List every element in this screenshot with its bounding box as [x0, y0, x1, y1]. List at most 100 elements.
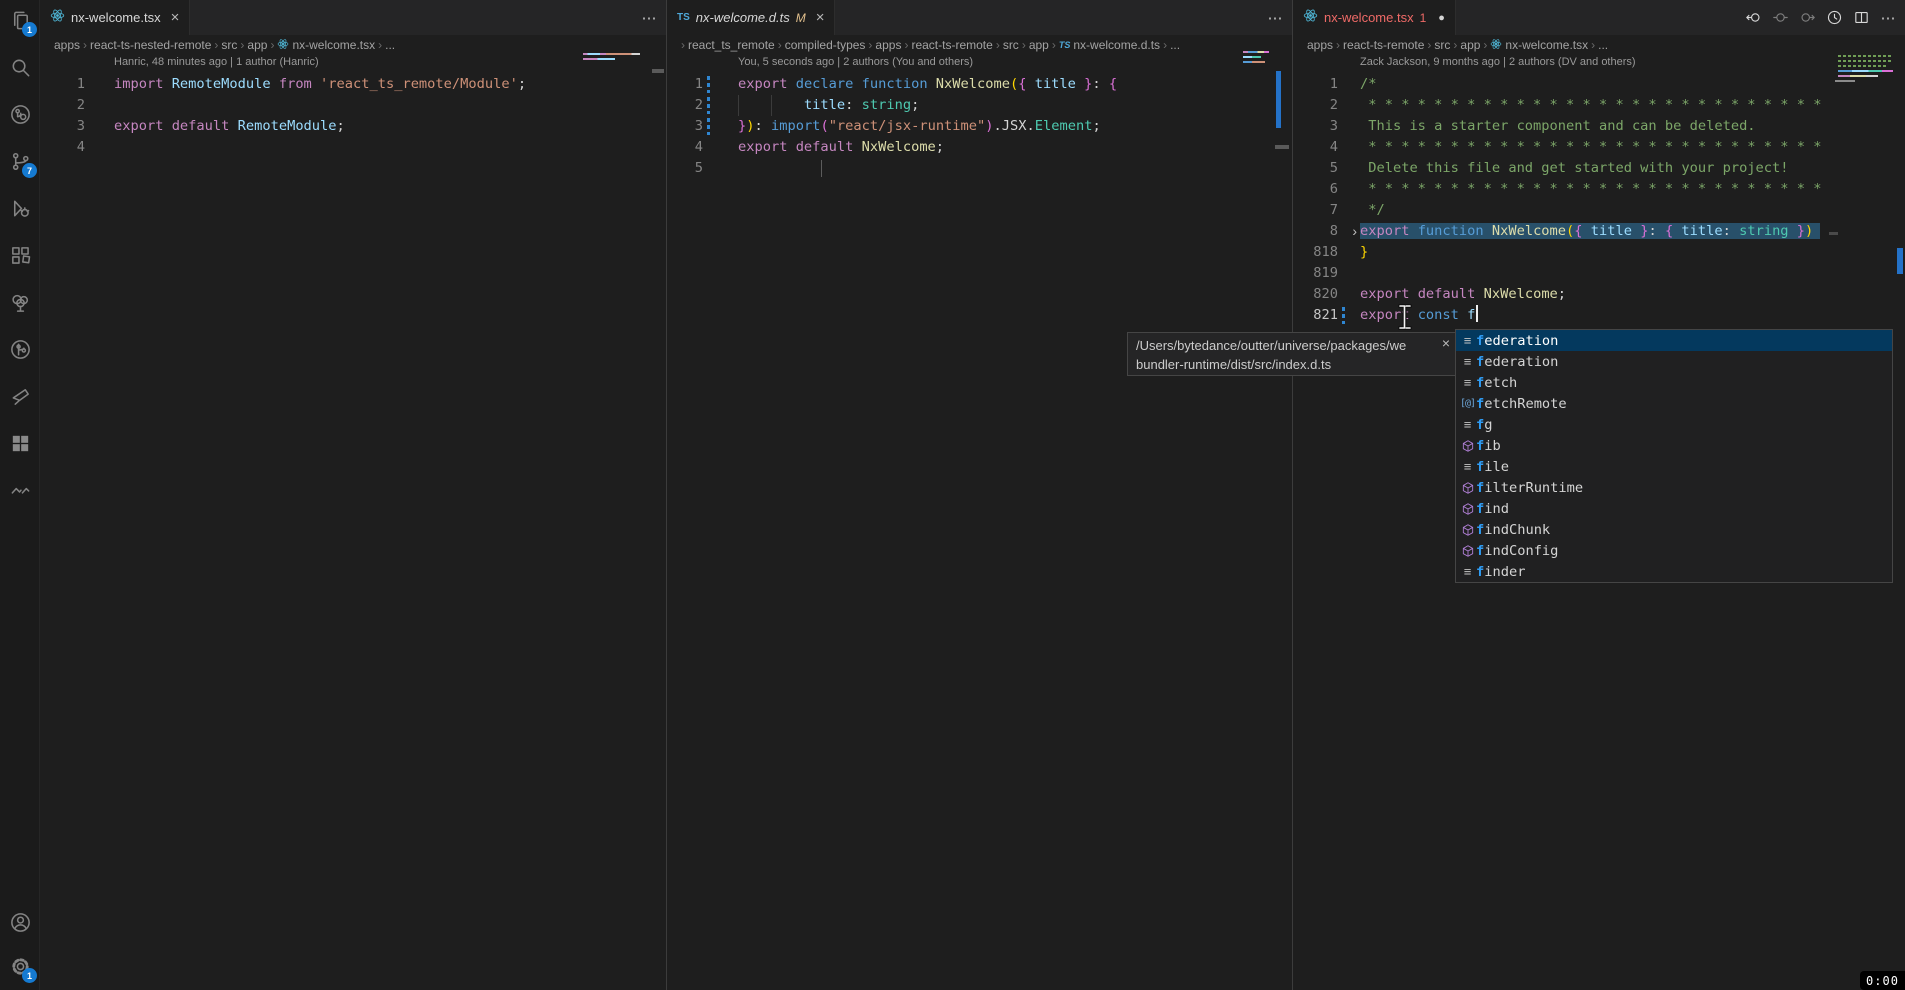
- code-line[interactable]: 8›export function NxWelcome({ title }: {…: [1293, 221, 1905, 242]
- breadcrumb-item[interactable]: compiled-types: [785, 38, 866, 52]
- code-line[interactable]: 4export default NxWelcome;: [667, 137, 1292, 158]
- breadcrumb-item[interactable]: apps: [875, 38, 901, 52]
- code-line[interactable]: 821export const f: [1293, 305, 1905, 326]
- code-line[interactable]: 3 This is a starter component and can be…: [1293, 116, 1905, 137]
- activity-item-grid[interactable]: [0, 423, 40, 463]
- activity-item-tree[interactable]: [0, 282, 40, 322]
- suggest-label: find: [1476, 501, 1509, 517]
- file-history-button[interactable]: [1825, 9, 1843, 27]
- previous-change-button[interactable]: [1744, 9, 1762, 27]
- minimap-marks: [1838, 60, 1893, 62]
- activity-item-account[interactable]: [0, 902, 40, 942]
- breadcrumb-item[interactable]: react_ts_remote: [688, 38, 775, 52]
- breadcrumb-item[interactable]: react-ts-nested-remote: [90, 38, 211, 52]
- suggest-item-find[interactable]: find: [1456, 498, 1892, 519]
- code-line[interactable]: 820export default NxWelcome;: [1293, 284, 1905, 305]
- fold-chevron-icon[interactable]: ›: [1352, 221, 1357, 242]
- close-icon[interactable]: ×: [1442, 334, 1450, 353]
- minimap-slider[interactable]: [652, 69, 664, 73]
- more-actions-button[interactable]: ⋯: [1266, 9, 1284, 27]
- breadcrumb-item[interactable]: ...: [1598, 38, 1608, 52]
- code-line[interactable]: 2 title: string;: [667, 95, 1292, 116]
- code-line[interactable]: 5: [667, 158, 1292, 179]
- breadcrumb-separator: ›: [681, 38, 685, 52]
- tab-nx-welcome-dts[interactable]: TS nx-welcome.d.ts M ×: [667, 0, 835, 35]
- activity-item-search[interactable]: [0, 47, 40, 87]
- code-line[interactable]: 2: [40, 95, 666, 116]
- activity-item-run-debug[interactable]: [0, 188, 40, 228]
- code-editor[interactable]: 1export declare function NxWelcome({ tit…: [667, 74, 1292, 179]
- line-number: 2: [1293, 95, 1338, 116]
- suggest-item-fetch[interactable]: ≡fetch: [1456, 372, 1892, 393]
- code-line[interactable]: 3export default RemoteModule;: [40, 116, 666, 137]
- code-line[interactable]: 4: [40, 137, 666, 158]
- code-line[interactable]: 2 * * * * * * * * * * * * * * * * * * * …: [1293, 95, 1905, 116]
- suggest-item-federation[interactable]: ≡federation: [1456, 330, 1892, 351]
- code-editor[interactable]: 1import RemoteModule from 'react_ts_remo…: [40, 74, 666, 158]
- codelens-blame[interactable]: Hanric, 48 minutes ago | 1 author (Hanri…: [114, 56, 319, 68]
- breadcrumb-item[interactable]: nx-welcome.tsx: [1490, 38, 1588, 53]
- breadcrumb-item[interactable]: src: [1434, 38, 1450, 52]
- activity-item-remote[interactable]: [0, 94, 40, 134]
- code-line[interactable]: 6 * * * * * * * * * * * * * * * * * * * …: [1293, 179, 1905, 200]
- breadcrumb-item[interactable]: TSnx-welcome.d.ts: [1059, 38, 1160, 52]
- breadcrumb-item[interactable]: react-ts-remote: [1343, 38, 1424, 52]
- module-kind-icon: [1459, 481, 1476, 495]
- suggest-item-fetchRemote[interactable]: [@]fetchRemote: [1456, 393, 1892, 414]
- activity-item-kite[interactable]: [0, 376, 40, 416]
- code-line[interactable]: 1/*: [1293, 74, 1905, 95]
- suggest-item-fg[interactable]: ≡fg: [1456, 414, 1892, 435]
- activity-item-extensions[interactable]: [0, 235, 40, 275]
- code-editor[interactable]: 1/*2 * * * * * * * * * * * * * * * * * *…: [1293, 74, 1905, 326]
- breadcrumb-item[interactable]: app: [247, 38, 267, 52]
- breadcrumb-item[interactable]: ...: [1170, 38, 1180, 52]
- code-line[interactable]: 7 */: [1293, 200, 1905, 221]
- tab-nx-welcome-tsx-left[interactable]: nx-welcome.tsx ×: [40, 0, 190, 35]
- code-line[interactable]: 819: [1293, 263, 1905, 284]
- minimap-slider[interactable]: [1275, 145, 1289, 149]
- next-change-button[interactable]: [1798, 9, 1816, 27]
- suggest-item-file[interactable]: ≡file: [1456, 456, 1892, 477]
- split-editor-button[interactable]: [1852, 9, 1870, 27]
- scrollbar-modified-marker[interactable]: [1897, 248, 1903, 274]
- compare-button[interactable]: [1771, 9, 1789, 27]
- suggest-item-findChunk[interactable]: findChunk: [1456, 519, 1892, 540]
- close-icon[interactable]: ×: [171, 9, 180, 26]
- breadcrumb-item[interactable]: src: [221, 38, 237, 52]
- codelens-blame[interactable]: Zack Jackson, 9 months ago | 2 authors (…: [1360, 56, 1636, 68]
- breadcrumb-item[interactable]: react-ts-remote: [911, 38, 992, 52]
- code-line[interactable]: 818}: [1293, 242, 1905, 263]
- activity-item-settings[interactable]: 1: [0, 946, 40, 986]
- code-line[interactable]: 1import RemoteModule from 'react_ts_remo…: [40, 74, 666, 95]
- more-actions-button[interactable]: ⋯: [1879, 9, 1897, 27]
- breadcrumb-item[interactable]: src: [1003, 38, 1019, 52]
- gutter-decorations: [703, 158, 738, 179]
- breadcrumb-item[interactable]: apps: [1307, 38, 1333, 52]
- code-line[interactable]: 4 * * * * * * * * * * * * * * * * * * * …: [1293, 137, 1905, 158]
- breadcrumb-item[interactable]: app: [1029, 38, 1049, 52]
- suggest-item-finder[interactable]: ≡finder: [1456, 561, 1892, 582]
- modified-gutter-marker: [1342, 307, 1345, 324]
- breadcrumb-item[interactable]: ...: [385, 38, 395, 52]
- suggest-item-filterRuntime[interactable]: filterRuntime: [1456, 477, 1892, 498]
- suggest-item-federation[interactable]: ≡federation: [1456, 351, 1892, 372]
- breadcrumb-item[interactable]: apps: [54, 38, 80, 52]
- activity-item-source-control[interactable]: 7: [0, 141, 40, 181]
- breadcrumb-item[interactable]: app: [1460, 38, 1480, 52]
- suggest-item-fib[interactable]: fib: [1456, 435, 1892, 456]
- close-icon[interactable]: ×: [816, 9, 825, 26]
- breadcrumb-item[interactable]: nx-welcome.tsx: [277, 38, 375, 53]
- more-actions-button[interactable]: ⋯: [640, 9, 658, 27]
- folded-region-hint[interactable]: [1829, 232, 1838, 235]
- activity-item-waves[interactable]: [0, 470, 40, 510]
- suggest-label: file: [1476, 459, 1509, 475]
- code-line[interactable]: 3}): import("react/jsx-runtime").JSX.Ele…: [667, 116, 1292, 137]
- code-line[interactable]: 5 Delete this file and get started with …: [1293, 158, 1905, 179]
- tab-nx-welcome-tsx-right[interactable]: nx-welcome.tsx 1 ●: [1293, 0, 1456, 35]
- suggest-item-findConfig[interactable]: findConfig: [1456, 540, 1892, 561]
- activity-item-explorer[interactable]: 1: [0, 0, 40, 40]
- codelens-blame[interactable]: You, 5 seconds ago | 2 authors (You and …: [738, 56, 973, 68]
- activity-item-commit-graph[interactable]: [0, 329, 40, 369]
- code-line[interactable]: 1export declare function NxWelcome({ tit…: [667, 74, 1292, 95]
- minimap-marks: [583, 53, 640, 55]
